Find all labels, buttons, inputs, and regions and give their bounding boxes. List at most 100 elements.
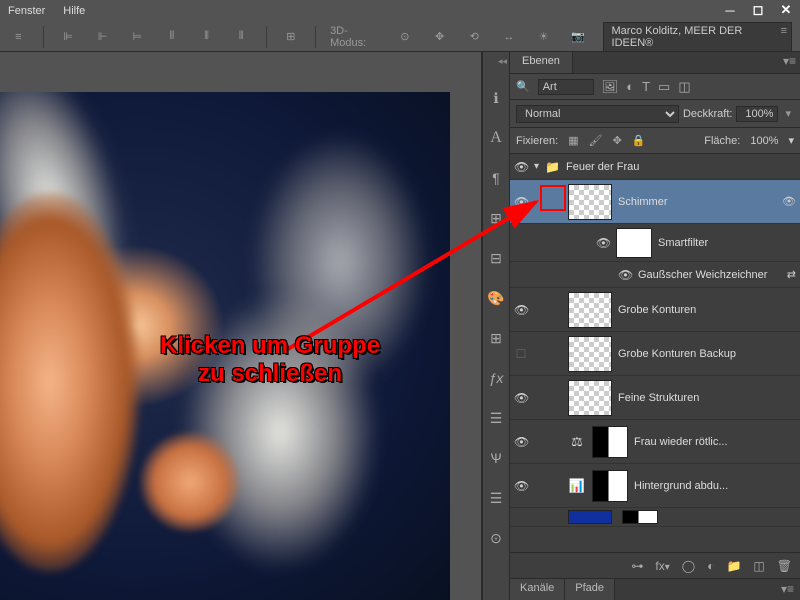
filter-type-icon[interactable]: T: [642, 79, 650, 94]
workspace-selector[interactable]: Marco Kolditz, MEER DER IDEEN®: [603, 22, 792, 52]
fill-arrow-icon[interactable]: ▾: [788, 134, 794, 147]
menu-hilfe[interactable]: Hilfe: [63, 5, 85, 17]
filter-name[interactable]: Gaußscher Weichzeichner: [638, 269, 781, 281]
layer-row[interactable]: 👁 Feine Strukturen: [510, 376, 800, 420]
dock-collapse-icon[interactable]: ◂◂: [496, 54, 509, 69]
options-bar: ≡ ⊫ ⊩ ⊨ ⦀ ⦀ ⦀ ⊞ 3D-Modus: ⊙ ✥ ⟲ ↔ ☀ 📷 Ma…: [0, 22, 800, 52]
opacity-arrow-icon[interactable]: ▾: [782, 107, 794, 120]
adjustment-icon: 📊: [568, 478, 586, 494]
filter-blend-icon[interactable]: ⇄: [787, 268, 796, 281]
panel-menu-icon[interactable]: ▾≡: [775, 579, 800, 600]
slide-icon[interactable]: ↔: [499, 26, 520, 48]
tab-pfade[interactable]: Pfade: [565, 579, 615, 600]
new-group-icon[interactable]: 📁: [726, 559, 741, 573]
layer-name[interactable]: Smartfilter: [658, 237, 796, 249]
visibility-icon[interactable]: 👁: [514, 391, 528, 405]
align-icon[interactable]: ≡: [8, 26, 29, 48]
distribute-left-icon[interactable]: ⦀: [162, 26, 183, 48]
layer-name[interactable]: Grobe Konturen: [618, 304, 796, 316]
align-center-icon[interactable]: ⊩: [92, 26, 113, 48]
lock-pixels-icon[interactable]: 🖌: [589, 134, 603, 147]
delete-layer-icon[interactable]: 🗑: [777, 559, 792, 573]
layer-name[interactable]: Frau wieder rötlic...: [634, 436, 796, 448]
layers-footer: ⊶ fx▾ ◯ ◐ 📁 ◫ 🗑: [510, 552, 800, 578]
light-icon[interactable]: ☀: [533, 26, 554, 48]
camera-icon[interactable]: 📷: [568, 26, 589, 48]
info-icon[interactable]: ℹ: [485, 87, 507, 109]
tab-kanaele[interactable]: Kanäle: [510, 579, 565, 600]
filter-adjust-icon[interactable]: ◐: [626, 79, 634, 94]
minimize-button[interactable]: ─: [716, 0, 744, 20]
opacity-input[interactable]: 100%: [736, 106, 778, 122]
layer-row[interactable]: 👁 ⚖ Frau wieder rötlic...: [510, 420, 800, 464]
layer-thumbnail[interactable]: [568, 292, 612, 328]
layer-fx-icon[interactable]: fx▾: [655, 559, 669, 573]
opacity-label: Deckkraft:: [683, 108, 733, 120]
lock-position-icon[interactable]: ✥: [613, 134, 622, 147]
adjustment-icon: ⚖: [568, 434, 586, 450]
layer-thumbnail[interactable]: [568, 336, 612, 372]
layer-thumbnail[interactable]: [568, 380, 612, 416]
layer-filter-dropdown[interactable]: Art: [538, 79, 594, 95]
visibility-icon[interactable]: 👁: [514, 160, 528, 174]
filter-shape-icon[interactable]: ▭: [658, 79, 670, 95]
lock-label: Fixieren:: [516, 135, 558, 147]
align-left-icon[interactable]: ⊫: [58, 26, 79, 48]
filter-smart-icon[interactable]: ◫: [678, 79, 690, 95]
filter-visibility-icon[interactable]: 👁: [782, 195, 796, 208]
layer-mask[interactable]: [592, 470, 628, 502]
layer-name[interactable]: Feuer der Frau: [566, 161, 796, 173]
orbit-icon[interactable]: ⊙: [395, 26, 416, 48]
layer-row[interactable]: 👁 📊 Hintergrund abdu...: [510, 464, 800, 508]
nav-icon[interactable]: ☰: [485, 487, 507, 509]
list-icon[interactable]: ☰: [485, 407, 507, 429]
fill-label: Fläche:: [704, 135, 740, 147]
menu-fenster[interactable]: Fenster: [8, 5, 45, 17]
maximize-button[interactable]: ◻: [744, 0, 772, 20]
layer-group[interactable]: 👁 ▾ 📁 Feuer der Frau: [510, 154, 800, 180]
search-icon: 🔍: [516, 80, 530, 93]
auto-align-icon[interactable]: ⊞: [280, 26, 301, 48]
styles-icon[interactable]: ƒx: [485, 367, 507, 389]
visibility-icon[interactable]: 👁: [514, 479, 528, 493]
window-controls: ─ ◻ ✕: [716, 0, 800, 20]
layer-mask-icon[interactable]: ◯: [682, 559, 695, 573]
brush-icon[interactable]: Ѱ: [485, 447, 507, 469]
roll-icon[interactable]: ⟲: [464, 26, 485, 48]
visibility-icon[interactable]: 👁: [514, 435, 528, 449]
blend-mode-select[interactable]: Normal: [516, 105, 679, 123]
annotation-text: Klicken um Gruppe zu schließen: [160, 332, 380, 387]
layer-row[interactable]: [510, 508, 800, 527]
pan-icon[interactable]: ✥: [429, 26, 450, 48]
fill-input[interactable]: 100%: [750, 135, 778, 147]
new-layer-icon[interactable]: ◫: [753, 559, 764, 573]
lock-all-icon[interactable]: 🔒: [632, 134, 646, 147]
layer-name[interactable]: Schimmer: [618, 196, 776, 208]
filter-image-icon[interactable]: 🖼: [602, 79, 619, 95]
visibility-icon[interactable]: 👁: [618, 268, 632, 282]
distribute-right-icon[interactable]: ⦀: [231, 26, 252, 48]
layer-name[interactable]: Grobe Konturen Backup: [618, 348, 796, 360]
distribute-center-icon[interactable]: ⦀: [196, 26, 217, 48]
lock-transparent-icon[interactable]: ▦: [568, 134, 578, 147]
layer-name[interactable]: Hintergrund abdu...: [634, 480, 796, 492]
mode-3d-label: 3D-Modus:: [330, 25, 381, 49]
layer-name[interactable]: Feine Strukturen: [618, 392, 796, 404]
close-button[interactable]: ✕: [772, 0, 800, 20]
group-toggle-icon[interactable]: ▾: [534, 161, 539, 172]
filtermask-thumbnail[interactable]: [616, 228, 652, 258]
layer-thumbnail[interactable]: [568, 184, 612, 220]
visibility-icon[interactable]: 👁: [596, 236, 610, 250]
align-right-icon[interactable]: ⊨: [127, 26, 148, 48]
paragraph-icon[interactable]: ¶: [485, 167, 507, 189]
adjust-icon[interactable]: ⊙: [485, 527, 507, 549]
annotation-highlight-box: [540, 185, 566, 211]
tab-ebenen[interactable]: Ebenen: [510, 52, 573, 73]
link-layers-icon[interactable]: ⊶: [631, 559, 643, 573]
menu-bar: Fenster Hilfe ─ ◻ ✕: [0, 0, 800, 22]
folder-icon: 📁: [545, 160, 560, 174]
character-icon[interactable]: A: [485, 127, 507, 149]
layer-mask[interactable]: [592, 426, 628, 458]
panel-menu-icon[interactable]: ▾≡: [783, 54, 796, 68]
adjustment-layer-icon[interactable]: ◐: [707, 559, 714, 573]
